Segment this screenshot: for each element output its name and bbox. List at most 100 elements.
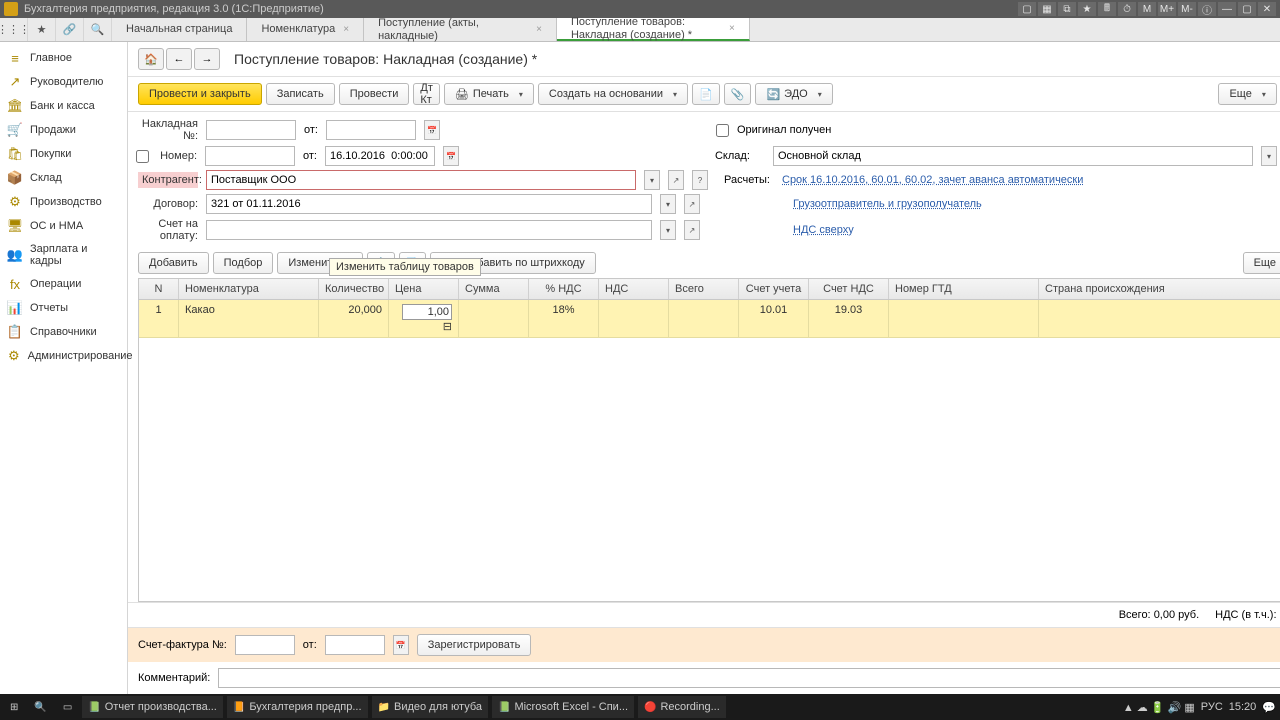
help-icon[interactable]: ? bbox=[692, 170, 708, 190]
calendar-icon[interactable]: 📅 bbox=[393, 635, 409, 655]
table-row[interactable]: 1 Какао 20,000 1,00 ⊟ 18% 10.01 19.03 bbox=[139, 300, 1280, 338]
save-button[interactable]: Записать bbox=[266, 83, 335, 105]
nav-sales[interactable]: 🛒Продажи bbox=[0, 118, 127, 142]
col-qty[interactable]: Количество bbox=[319, 279, 389, 299]
invoice-date-input[interactable] bbox=[326, 120, 416, 140]
apps-icon[interactable]: ⋮⋮⋮ bbox=[0, 18, 28, 41]
nav-operations[interactable]: fxОперации bbox=[0, 272, 127, 296]
tab-receipts[interactable]: Поступление (акты, накладные)× bbox=[364, 18, 557, 41]
tray-icons[interactable]: ▲ ☁ 🔋 🔊 ▦ bbox=[1123, 701, 1195, 714]
nav-manager[interactable]: ↗Руководителю bbox=[0, 70, 127, 94]
tab-receipt-create[interactable]: Поступление товаров: Накладная (создание… bbox=[557, 18, 750, 41]
tab-nomenclature[interactable]: Номенклатура× bbox=[247, 18, 364, 41]
col-nomenclature[interactable]: Номенклатура bbox=[179, 279, 319, 299]
nav-production[interactable]: ⚙Производство bbox=[0, 190, 127, 214]
price-cell[interactable]: 1,00 ⊟ bbox=[389, 300, 459, 337]
vat-link[interactable]: НДС сверху bbox=[793, 224, 854, 236]
open-icon[interactable]: ↗ bbox=[684, 220, 700, 240]
nav-main[interactable]: ≡Главное bbox=[0, 46, 127, 70]
nav-admin[interactable]: ⚙Администрирование bbox=[0, 344, 127, 368]
dropdown-icon[interactable]: ▾ bbox=[644, 170, 660, 190]
titlebtn-10[interactable]: ⓘ bbox=[1198, 2, 1216, 16]
calendar-icon[interactable]: 📅 bbox=[424, 120, 440, 140]
titlebtn-5[interactable]: 🖩 bbox=[1098, 2, 1116, 16]
payment-acc-input[interactable] bbox=[206, 220, 652, 240]
nav-directories[interactable]: 📋Справочники bbox=[0, 320, 127, 344]
close-icon[interactable]: × bbox=[343, 24, 349, 35]
search-button[interactable]: 🔍 bbox=[28, 696, 52, 718]
favorite-icon[interactable]: ★ bbox=[28, 18, 56, 41]
titlebtn-9[interactable]: М- bbox=[1178, 2, 1196, 16]
dropdown-icon[interactable]: ▾ bbox=[660, 194, 676, 214]
nav-salary[interactable]: 👥Зарплата и кадры bbox=[0, 238, 127, 272]
col-n[interactable]: N bbox=[139, 279, 179, 299]
tray-lang[interactable]: РУС bbox=[1201, 701, 1223, 713]
search-icon[interactable]: 🔍 bbox=[84, 18, 112, 41]
date-input[interactable] bbox=[325, 146, 435, 166]
dropdown-icon[interactable]: ▾ bbox=[1261, 146, 1277, 166]
link-icon[interactable]: 🔗 bbox=[56, 18, 84, 41]
home-button[interactable]: 🏠 bbox=[138, 48, 164, 70]
nav-bank[interactable]: 🏛Банк и касса bbox=[0, 94, 127, 118]
notifications-icon[interactable]: 💬 bbox=[1262, 701, 1276, 714]
forward-button[interactable]: → bbox=[194, 48, 220, 70]
table-more-button[interactable]: Еще bbox=[1243, 252, 1280, 274]
create-based-button[interactable]: Создать на основании bbox=[538, 83, 688, 105]
sf-number-input[interactable] bbox=[235, 635, 295, 655]
col-vat-percent[interactable]: % НДС bbox=[529, 279, 599, 299]
number-auto-checkbox[interactable] bbox=[136, 150, 149, 163]
titlebtn-3[interactable]: ⧉ bbox=[1058, 2, 1076, 16]
taskview-button[interactable]: ▭ bbox=[57, 696, 78, 718]
minimize-button[interactable]: — bbox=[1218, 2, 1236, 16]
sf-date-input[interactable] bbox=[325, 635, 385, 655]
nav-assets[interactable]: 🖥ОС и НМА bbox=[0, 214, 127, 238]
taskbar-item[interactable]: 📗 Отчет производства... bbox=[82, 696, 223, 718]
close-icon[interactable]: × bbox=[536, 24, 542, 35]
nav-warehouse[interactable]: 📦Склад bbox=[0, 166, 127, 190]
col-sum[interactable]: Сумма bbox=[459, 279, 529, 299]
original-received-checkbox[interactable] bbox=[716, 124, 729, 137]
attach-button[interactable]: 📎 bbox=[724, 83, 752, 105]
titlebtn-2[interactable]: ▦ bbox=[1038, 2, 1056, 16]
carrier-link[interactable]: Грузоотправитель и грузополучатель bbox=[793, 198, 982, 210]
comment-input[interactable] bbox=[218, 668, 1280, 688]
more-button[interactable]: Еще bbox=[1218, 83, 1276, 105]
open-icon[interactable]: ↗ bbox=[684, 194, 700, 214]
post-close-button[interactable]: Провести и закрыть bbox=[138, 83, 262, 105]
number-input[interactable] bbox=[205, 146, 295, 166]
close-icon[interactable]: × bbox=[729, 23, 735, 34]
add-row-button[interactable]: Добавить bbox=[138, 252, 209, 274]
taskbar-item[interactable]: 📙 Бухгалтерия предпр... bbox=[227, 696, 368, 718]
col-gtd[interactable]: Номер ГТД bbox=[889, 279, 1039, 299]
taskbar-item[interactable]: 🔴 Recording... bbox=[638, 696, 726, 718]
invoice-no-input[interactable] bbox=[206, 120, 296, 140]
titlebtn-1[interactable]: ▢ bbox=[1018, 2, 1036, 16]
maximize-button[interactable]: ▢ bbox=[1238, 2, 1256, 16]
tray-time[interactable]: 15:20 bbox=[1229, 701, 1257, 713]
titlebtn-4[interactable]: ★ bbox=[1078, 2, 1096, 16]
col-price[interactable]: Цена bbox=[389, 279, 459, 299]
back-button[interactable]: ← bbox=[166, 48, 192, 70]
print-button[interactable]: 🖨Печать bbox=[444, 83, 534, 105]
col-vat[interactable]: НДС bbox=[599, 279, 669, 299]
post-button[interactable]: Провести bbox=[339, 83, 410, 105]
col-vat-account[interactable]: Счет НДС bbox=[809, 279, 889, 299]
warehouse-input[interactable] bbox=[773, 146, 1253, 166]
col-country[interactable]: Страна происхождения bbox=[1039, 279, 1280, 299]
col-account[interactable]: Счет учета bbox=[739, 279, 809, 299]
start-button[interactable]: ⊞ bbox=[4, 696, 24, 718]
titlebtn-6[interactable]: ⏱ bbox=[1118, 2, 1136, 16]
titlebtn-7[interactable]: М bbox=[1138, 2, 1156, 16]
col-total[interactable]: Всего bbox=[669, 279, 739, 299]
edo-button[interactable]: 🔄ЭДО bbox=[755, 83, 832, 105]
calcs-link[interactable]: Срок 16.10.2016, 60.01, 60.02, зачет ава… bbox=[782, 174, 1083, 186]
calendar-icon[interactable]: 📅 bbox=[443, 146, 459, 166]
open-icon[interactable]: ↗ bbox=[668, 170, 684, 190]
pick-button[interactable]: Подбор bbox=[213, 252, 274, 274]
close-button[interactable]: ✕ bbox=[1258, 2, 1276, 16]
taskbar-item[interactable]: 📗 Microsoft Excel - Спи... bbox=[492, 696, 634, 718]
contractor-input[interactable] bbox=[206, 170, 636, 190]
register-button[interactable]: Зарегистрировать bbox=[417, 634, 532, 656]
taskbar-item[interactable]: 📁 Видео для ютуба bbox=[372, 696, 488, 718]
contract-input[interactable] bbox=[206, 194, 652, 214]
